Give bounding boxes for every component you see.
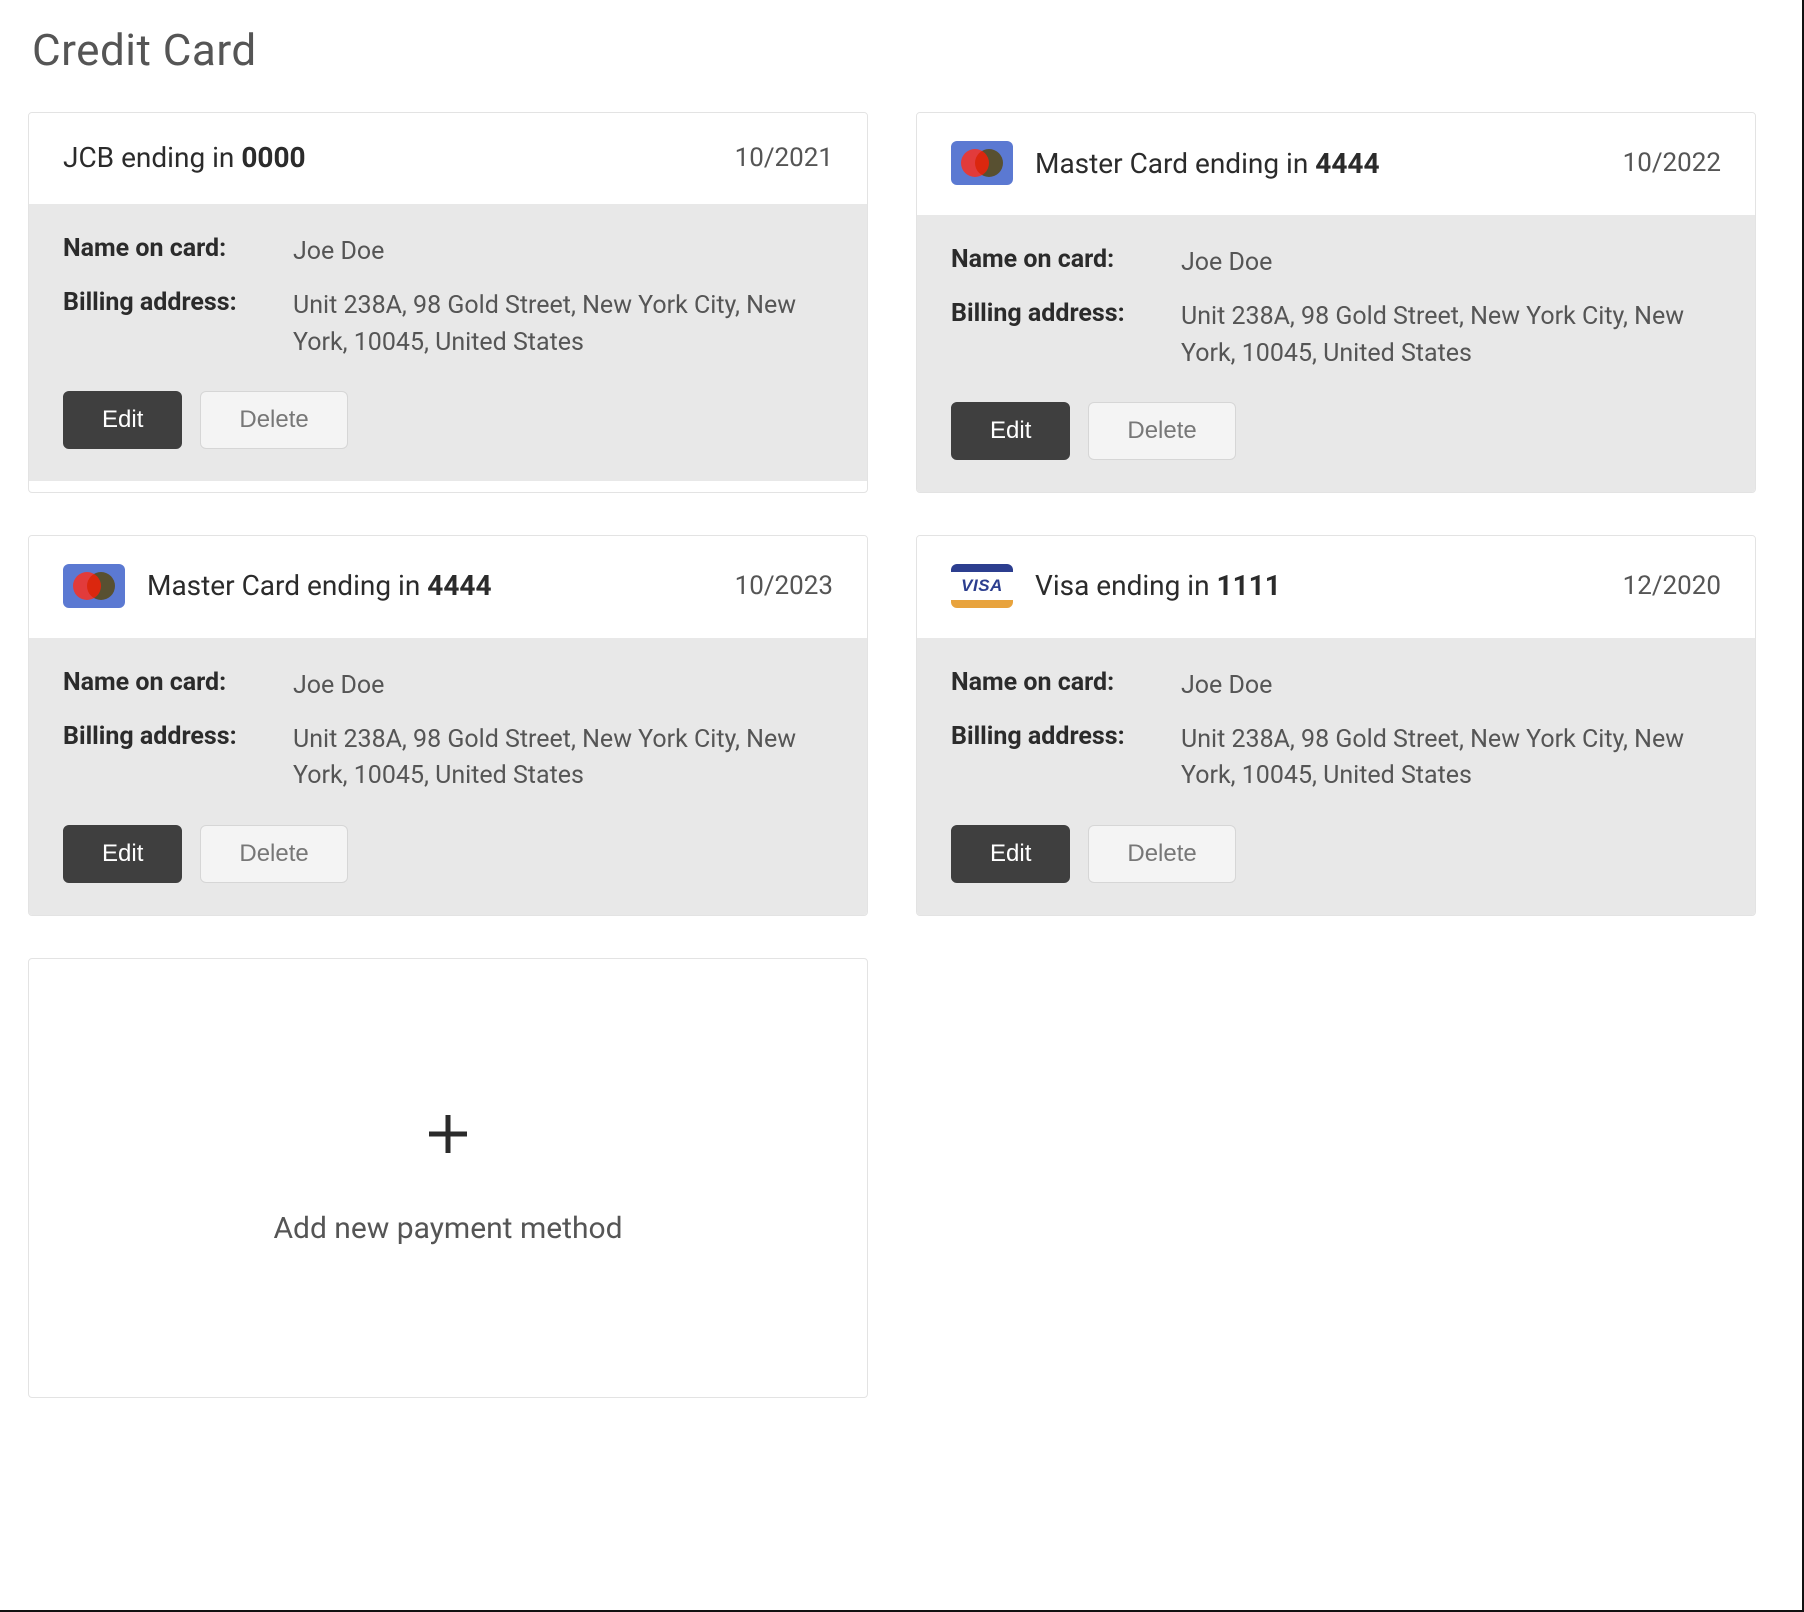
name-on-card-label: Name on card: [63,234,293,270]
name-on-card-value: Joe Doe [293,668,833,704]
name-on-card-label: Name on card: [951,668,1181,704]
visa-icon: VISA [951,564,1013,608]
plus-icon [425,1105,471,1171]
card-header: Master Card ending in 4444 10/2023 [29,536,867,638]
delete-button[interactable]: Delete [200,825,347,883]
card-expiry: 10/2022 [1623,148,1721,178]
delete-button[interactable]: Delete [200,391,347,449]
card-header: JCB ending in 0000 10/2021 [29,113,867,204]
edit-button[interactable]: Edit [63,825,182,883]
name-on-card-label: Name on card: [63,668,293,704]
credit-card-item: Master Card ending in 4444 10/2023 Name … [28,535,868,916]
page-title: Credit Card [32,24,1778,76]
billing-address-value: Unit 238A, 98 Gold Street, New York City… [293,288,833,361]
add-payment-method-card[interactable]: Add new payment method [28,958,868,1398]
card-expiry: 10/2023 [735,571,833,601]
card-expiry: 10/2021 [735,143,833,173]
edit-button[interactable]: Edit [951,402,1070,460]
mastercard-icon [63,564,125,608]
cards-grid: JCB ending in 0000 10/2021 Name on card:… [28,112,1778,1398]
edit-button[interactable]: Edit [951,825,1070,883]
name-on-card-label: Name on card: [951,245,1181,281]
name-on-card-value: Joe Doe [1181,668,1721,704]
card-body: Name on card: Joe Doe Billing address: U… [29,638,867,915]
card-title: Master Card ending in 4444 [1035,147,1380,180]
card-body: Name on card: Joe Doe Billing address: U… [917,638,1755,915]
card-body: Name on card: Joe Doe Billing address: U… [29,204,867,481]
credit-card-item: Master Card ending in 4444 10/2022 Name … [916,112,1756,493]
billing-address-value: Unit 238A, 98 Gold Street, New York City… [1181,722,1721,795]
name-on-card-value: Joe Doe [293,234,833,270]
card-title: Master Card ending in 4444 [147,569,492,602]
credit-card-item: VISA Visa ending in 1111 12/2020 Name on… [916,535,1756,916]
mastercard-icon [951,141,1013,185]
card-title: Visa ending in 1111 [1035,569,1281,602]
credit-card-item: JCB ending in 0000 10/2021 Name on card:… [28,112,868,493]
delete-button[interactable]: Delete [1088,825,1235,883]
card-expiry: 12/2020 [1623,571,1721,601]
billing-address-label: Billing address: [63,288,293,361]
billing-address-label: Billing address: [63,722,293,795]
billing-address-value: Unit 238A, 98 Gold Street, New York City… [293,722,833,795]
billing-address-label: Billing address: [951,722,1181,795]
delete-button[interactable]: Delete [1088,402,1235,460]
card-body: Name on card: Joe Doe Billing address: U… [917,215,1755,492]
name-on-card-value: Joe Doe [1181,245,1721,281]
edit-button[interactable]: Edit [63,391,182,449]
billing-address-label: Billing address: [951,299,1181,372]
add-payment-method-label: Add new payment method [273,1207,622,1251]
card-header: VISA Visa ending in 1111 12/2020 [917,536,1755,638]
card-title: JCB ending in 0000 [63,141,306,174]
card-header: Master Card ending in 4444 10/2022 [917,113,1755,215]
billing-address-value: Unit 238A, 98 Gold Street, New York City… [1181,299,1721,372]
